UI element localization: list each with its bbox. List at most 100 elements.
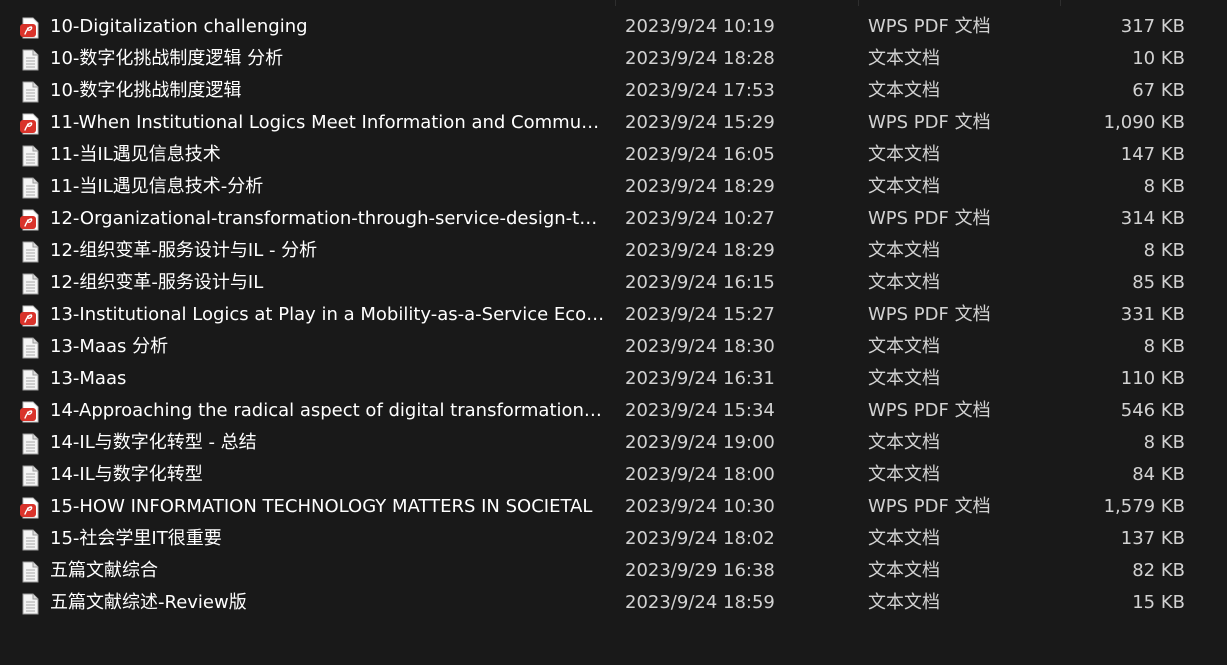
file-row[interactable]: 五篇文献综述-Review版 2023/9/24 18:59 文本文档 15 KB xyxy=(0,587,1227,619)
file-size: 546 KB xyxy=(1120,400,1185,421)
file-name[interactable]: 五篇文献综述-Review版 xyxy=(50,587,606,619)
file-type: 文本文档 xyxy=(868,272,940,293)
pdf-icon xyxy=(19,305,41,327)
file-type: WPS PDF 文档 xyxy=(868,304,991,325)
column-separator-type-size[interactable] xyxy=(1060,0,1061,6)
file-row[interactable]: 11-当IL遇见信息技术 2023/9/24 16:05 文本文档 147 KB xyxy=(0,139,1227,171)
file-modified-date: 2023/9/24 10:19 xyxy=(625,16,775,37)
text-file-icon xyxy=(19,465,41,487)
file-size: 82 KB xyxy=(1132,560,1185,581)
text-file-icon xyxy=(19,273,41,295)
file-name[interactable]: 13-Institutional Logics at Play in a Mob… xyxy=(50,299,606,331)
file-row[interactable]: 14-IL与数字化转型 - 总结 2023/9/24 19:00 文本文档 8 KB xyxy=(0,427,1227,459)
file-row[interactable]: 12-组织变革-服务设计与IL 2023/9/24 16:15 文本文档 85 KB xyxy=(0,267,1227,299)
file-row[interactable]: 五篇文献综合 2023/9/29 16:38 文本文档 82 KB xyxy=(0,555,1227,587)
file-row[interactable]: 11-When Institutional Logics Meet Inform… xyxy=(0,107,1227,139)
file-row[interactable]: 10-数字化挑战制度逻辑 2023/9/24 17:53 文本文档 67 KB xyxy=(0,75,1227,107)
file-type: WPS PDF 文档 xyxy=(868,400,991,421)
file-row[interactable]: 10-Digitalization challenging 2023/9/24 1… xyxy=(0,11,1227,43)
text-file-icon xyxy=(19,145,41,167)
file-name[interactable]: 10-数字化挑战制度逻辑 xyxy=(50,75,606,107)
file-size: 10 KB xyxy=(1132,48,1185,69)
file-modified-date: 2023/9/24 10:30 xyxy=(625,496,775,517)
file-row[interactable]: 14-IL与数字化转型 2023/9/24 18:00 文本文档 84 KB xyxy=(0,459,1227,491)
file-row[interactable]: 10-数字化挑战制度逻辑 分析 2023/9/24 18:28 文本文档 10 KB xyxy=(0,43,1227,75)
file-size: 84 KB xyxy=(1132,464,1185,485)
file-name[interactable]: 13-Maas 分析 xyxy=(50,331,606,363)
text-file-icon xyxy=(19,369,41,391)
text-file-icon xyxy=(19,81,41,103)
text-file-icon xyxy=(19,177,41,199)
file-name[interactable]: 15-HOW INFORMATION TECHNOLOGY MATTERS IN… xyxy=(50,491,606,523)
file-size: 317 KB xyxy=(1120,16,1185,37)
file-row[interactable]: 15-HOW INFORMATION TECHNOLOGY MATTERS IN… xyxy=(0,491,1227,523)
file-modified-date: 2023/9/24 17:53 xyxy=(625,80,775,101)
column-separator-name-date[interactable] xyxy=(615,0,616,6)
pdf-icon xyxy=(19,497,41,519)
text-file-icon xyxy=(19,433,41,455)
file-size: 8 KB xyxy=(1143,176,1185,197)
file-name[interactable]: 14-Approaching the radical aspect of dig… xyxy=(50,395,606,427)
file-modified-date: 2023/9/24 19:00 xyxy=(625,432,775,453)
file-name[interactable]: 12-组织变革-服务设计与IL xyxy=(50,267,606,299)
text-file-icon xyxy=(19,561,41,583)
file-size: 1,090 KB xyxy=(1103,112,1185,133)
file-size: 8 KB xyxy=(1143,432,1185,453)
file-row[interactable]: 11-当IL遇见信息技术-分析 2023/9/24 18:29 文本文档 8 KB xyxy=(0,171,1227,203)
file-row[interactable]: 15-社会学里IT很重要 2023/9/24 18:02 文本文档 137 KB xyxy=(0,523,1227,555)
file-modified-date: 2023/9/24 15:34 xyxy=(625,400,775,421)
file-type: 文本文档 xyxy=(868,464,940,485)
file-name[interactable]: 10-数字化挑战制度逻辑 分析 xyxy=(50,43,606,75)
file-name[interactable]: 14-IL与数字化转型 xyxy=(50,459,606,491)
column-separator-date-type[interactable] xyxy=(858,0,859,6)
file-row[interactable]: 14-Approaching the radical aspect of dig… xyxy=(0,395,1227,427)
file-name[interactable]: 11-当IL遇见信息技术-分析 xyxy=(50,171,606,203)
pdf-icon xyxy=(19,113,41,135)
file-size: 67 KB xyxy=(1132,80,1185,101)
file-name[interactable]: 五篇文献综合 xyxy=(50,555,606,587)
file-type: 文本文档 xyxy=(868,48,940,69)
file-size: 8 KB xyxy=(1143,336,1185,357)
file-modified-date: 2023/9/24 18:30 xyxy=(625,336,775,357)
pdf-icon xyxy=(19,401,41,423)
file-name[interactable]: 10-Digitalization challenging xyxy=(50,11,606,43)
file-modified-date: 2023/9/24 18:28 xyxy=(625,48,775,69)
file-name[interactable]: 12-Organizational-transformation-through… xyxy=(50,203,606,235)
file-row[interactable]: 13-Maas 分析 2023/9/24 18:30 文本文档 8 KB xyxy=(0,331,1227,363)
file-type: 文本文档 xyxy=(868,528,940,549)
file-row[interactable]: 13-Maas 2023/9/24 16:31 文本文档 110 KB xyxy=(0,363,1227,395)
file-modified-date: 2023/9/29 16:38 xyxy=(625,560,775,581)
file-row[interactable]: 12-Organizational-transformation-through… xyxy=(0,203,1227,235)
file-name[interactable]: 11-当IL遇见信息技术 xyxy=(50,139,606,171)
file-modified-date: 2023/9/24 18:02 xyxy=(625,528,775,549)
file-type: 文本文档 xyxy=(868,336,940,357)
file-row[interactable]: 13-Institutional Logics at Play in a Mob… xyxy=(0,299,1227,331)
file-size: 147 KB xyxy=(1120,144,1185,165)
file-modified-date: 2023/9/24 18:29 xyxy=(625,240,775,261)
file-name[interactable]: 13-Maas xyxy=(50,363,606,395)
file-type: WPS PDF 文档 xyxy=(868,208,991,229)
file-type: WPS PDF 文档 xyxy=(868,496,991,517)
text-file-icon xyxy=(19,49,41,71)
file-type: 文本文档 xyxy=(868,176,940,197)
file-name[interactable]: 15-社会学里IT很重要 xyxy=(50,523,606,555)
file-type: 文本文档 xyxy=(868,80,940,101)
text-file-icon xyxy=(19,593,41,615)
file-modified-date: 2023/9/24 15:27 xyxy=(625,304,775,325)
file-name[interactable]: 11-When Institutional Logics Meet Inform… xyxy=(50,107,606,139)
file-size: 137 KB xyxy=(1120,528,1185,549)
file-name[interactable]: 14-IL与数字化转型 - 总结 xyxy=(50,427,606,459)
text-file-icon xyxy=(19,241,41,263)
file-modified-date: 2023/9/24 18:00 xyxy=(625,464,775,485)
file-modified-date: 2023/9/24 18:59 xyxy=(625,592,775,613)
file-size: 331 KB xyxy=(1120,304,1185,325)
pdf-icon xyxy=(19,17,41,39)
file-type: 文本文档 xyxy=(868,368,940,389)
file-type: 文本文档 xyxy=(868,592,940,613)
file-modified-date: 2023/9/24 16:31 xyxy=(625,368,775,389)
file-size: 85 KB xyxy=(1132,272,1185,293)
file-type: 文本文档 xyxy=(868,144,940,165)
file-type: 文本文档 xyxy=(868,560,940,581)
file-name[interactable]: 12-组织变革-服务设计与IL - 分析 xyxy=(50,235,606,267)
file-row[interactable]: 12-组织变革-服务设计与IL - 分析 2023/9/24 18:29 文本文档 8… xyxy=(0,235,1227,267)
